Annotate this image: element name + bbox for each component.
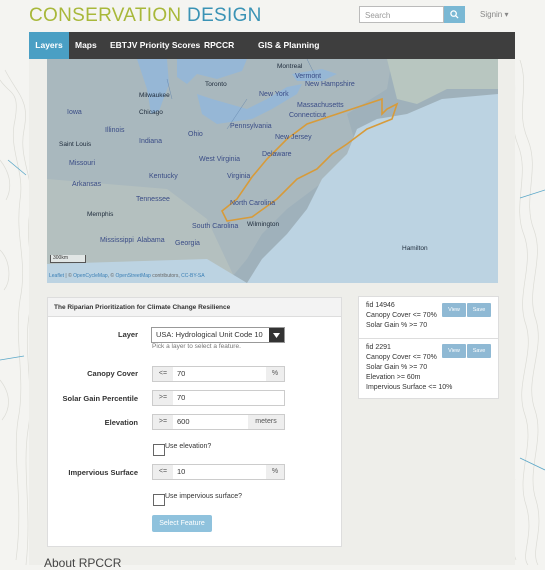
canopy-cover-label: Canopy Cover bbox=[87, 369, 138, 378]
search-button[interactable] bbox=[444, 6, 465, 23]
result-save-button[interactable]: Save bbox=[467, 344, 491, 358]
layer-help-text: Pick a layer to select a feature. bbox=[152, 343, 241, 350]
canopy-cover-input[interactable]: 70 bbox=[173, 367, 185, 381]
search-icon bbox=[450, 10, 459, 19]
result-criterion: Impervious Surface <= 10% bbox=[366, 384, 453, 391]
use-impervious-checkbox[interactable] bbox=[153, 494, 165, 506]
site-logo[interactable]: CONSERVATION DESIGN bbox=[29, 5, 262, 27]
elevation-input[interactable]: 600 bbox=[173, 415, 190, 429]
map-label-hamilton: Hamilton bbox=[402, 245, 428, 252]
main-navbar: Layers Maps EBTJV Priority Scores RPCCR … bbox=[29, 32, 515, 59]
map-label-toronto: Toronto bbox=[205, 81, 227, 88]
result-view-button[interactable]: View bbox=[442, 303, 466, 317]
map-label-ohio: Ohio bbox=[188, 131, 203, 138]
use-elevation-checkbox[interactable] bbox=[153, 444, 165, 456]
map-label-chicago: Chicago bbox=[139, 109, 163, 116]
impervious-unit: % bbox=[266, 465, 284, 479]
map-attribution: Leaflet | © OpenCycleMap, © OpenStreetMa… bbox=[49, 273, 205, 279]
map-label-indiana: Indiana bbox=[139, 138, 162, 145]
map-view[interactable]: Montreal Vermont New Hampshire Toronto N… bbox=[47, 59, 498, 283]
use-impervious-label: Use impervious surface? bbox=[165, 493, 243, 500]
solar-gain-label: Solar Gain Percentile bbox=[62, 394, 138, 403]
solar-operator: >= bbox=[153, 391, 173, 405]
tab-rpccr[interactable]: RPCCR bbox=[204, 32, 234, 59]
about-heading: About RPCCR bbox=[44, 556, 122, 570]
opencyclemap-link[interactable]: OpenCycleMap bbox=[73, 273, 107, 279]
map-label-iowa: Iowa bbox=[67, 109, 82, 116]
map-scale-bar: 300km bbox=[50, 255, 86, 263]
tab-gis-planning[interactable]: GIS & Planning bbox=[258, 32, 319, 59]
attrib-contrib: contributors, bbox=[150, 273, 182, 279]
elevation-operator: >= bbox=[153, 415, 173, 429]
map-label-new-york: New York bbox=[259, 91, 289, 98]
map-label-tennessee: Tennessee bbox=[136, 196, 170, 203]
result-criterion: Elevation >= 60m bbox=[366, 374, 421, 381]
leaflet-link[interactable]: Leaflet bbox=[49, 273, 64, 279]
result-save-button[interactable]: Save bbox=[467, 303, 491, 317]
attrib-sep: , © bbox=[107, 273, 116, 279]
result-criterion: Canopy Cover <= 70% bbox=[366, 312, 437, 319]
result-fid: fid 2291 bbox=[366, 344, 391, 351]
layer-select[interactable]: USA: Hydrological Unit Code 10 bbox=[151, 327, 285, 343]
map-label-pennsylvania: Pennsylvania bbox=[230, 123, 272, 130]
result-fid: fid 14946 bbox=[366, 302, 395, 309]
impervious-surface-field[interactable]: <= 10 % bbox=[152, 464, 285, 480]
panel-title: The Riparian Prioritization for Climate … bbox=[48, 298, 341, 317]
layer-select-value: USA: Hydrological Unit Code 10 bbox=[156, 330, 263, 339]
result-criterion: Solar Gain % >= 70 bbox=[366, 364, 428, 371]
map-label-montreal: Montreal bbox=[277, 63, 303, 70]
openstreetmap-link[interactable]: OpenStreetMap bbox=[116, 273, 151, 279]
map-label-new-hampshire: New Hampshire bbox=[305, 81, 355, 88]
map-label-mississippi: Mississippi bbox=[100, 237, 134, 244]
result-criterion: Solar Gain % >= 70 bbox=[366, 322, 428, 329]
map-label-virginia: Virginia bbox=[227, 173, 251, 180]
impervious-operator: <= bbox=[153, 465, 173, 479]
elevation-label: Elevation bbox=[104, 418, 138, 427]
logo-text-design: DESIGN bbox=[187, 5, 262, 26]
canopy-cover-field[interactable]: <= 70 % bbox=[152, 366, 285, 382]
map-label-north-carolina: North Carolina bbox=[230, 200, 276, 207]
map-label-alabama: Alabama bbox=[137, 237, 165, 244]
canopy-unit: % bbox=[266, 367, 284, 381]
chevron-down-icon bbox=[269, 328, 284, 342]
site-header: CONSERVATION DESIGN Search Signin ▾ bbox=[0, 0, 545, 32]
map-label-arkansas: Arkansas bbox=[72, 181, 102, 188]
select-feature-button[interactable]: Select Feature bbox=[152, 515, 212, 532]
use-elevation-label: Use elevation? bbox=[165, 443, 212, 450]
map-label-west-virginia: West Virginia bbox=[199, 156, 240, 163]
license-link[interactable]: CC-BY-SA bbox=[181, 273, 204, 279]
impervious-surface-input[interactable]: 10 bbox=[173, 465, 185, 479]
map-label-new-jersey: New Jersey bbox=[275, 134, 312, 141]
map-label-south-carolina: South Carolina bbox=[192, 223, 239, 230]
map-label-memphis: Memphis bbox=[87, 211, 114, 218]
result-criterion: Canopy Cover <= 70% bbox=[366, 354, 437, 361]
map-label-milwaukee: Milwaukee bbox=[139, 92, 170, 99]
canopy-operator: <= bbox=[153, 367, 173, 381]
logo-text-conservation: CONSERVATION bbox=[29, 5, 188, 26]
map-label-saint-louis: Saint Louis bbox=[59, 141, 92, 148]
attrib-sep: | © bbox=[64, 273, 74, 279]
map-label-georgia: Georgia bbox=[175, 240, 200, 247]
tab-maps[interactable]: Maps bbox=[75, 32, 97, 59]
map-label-connecticut: Connecticut bbox=[289, 112, 326, 119]
impervious-surface-label: Impervious Surface bbox=[68, 468, 138, 477]
result-view-button[interactable]: View bbox=[442, 344, 466, 358]
map-label-massachusetts: Massachusetts bbox=[297, 102, 344, 109]
tab-layers[interactable]: Layers bbox=[29, 32, 69, 59]
map-label-wilmington: Wilmington bbox=[247, 221, 280, 228]
signin-menu[interactable]: Signin ▾ bbox=[480, 10, 508, 19]
map-label-vermont: Vermont bbox=[295, 73, 322, 80]
layer-label: Layer bbox=[117, 330, 138, 339]
elevation-unit: meters bbox=[248, 415, 284, 429]
search-input[interactable]: Search bbox=[359, 6, 444, 23]
map-label-delaware: Delaware bbox=[262, 151, 292, 158]
result-divider bbox=[358, 338, 499, 339]
map-label-missouri: Missouri bbox=[69, 160, 96, 167]
solar-gain-input[interactable]: 70 bbox=[173, 391, 185, 405]
elevation-field[interactable]: >= 600 meters bbox=[152, 414, 285, 430]
solar-gain-field[interactable]: >= 70 bbox=[152, 390, 285, 406]
map-label-illinois: Illinois bbox=[105, 127, 125, 134]
map-label-kentucky: Kentucky bbox=[149, 173, 178, 180]
tab-ebtjv-priority-scores[interactable]: EBTJV Priority Scores bbox=[110, 32, 200, 59]
